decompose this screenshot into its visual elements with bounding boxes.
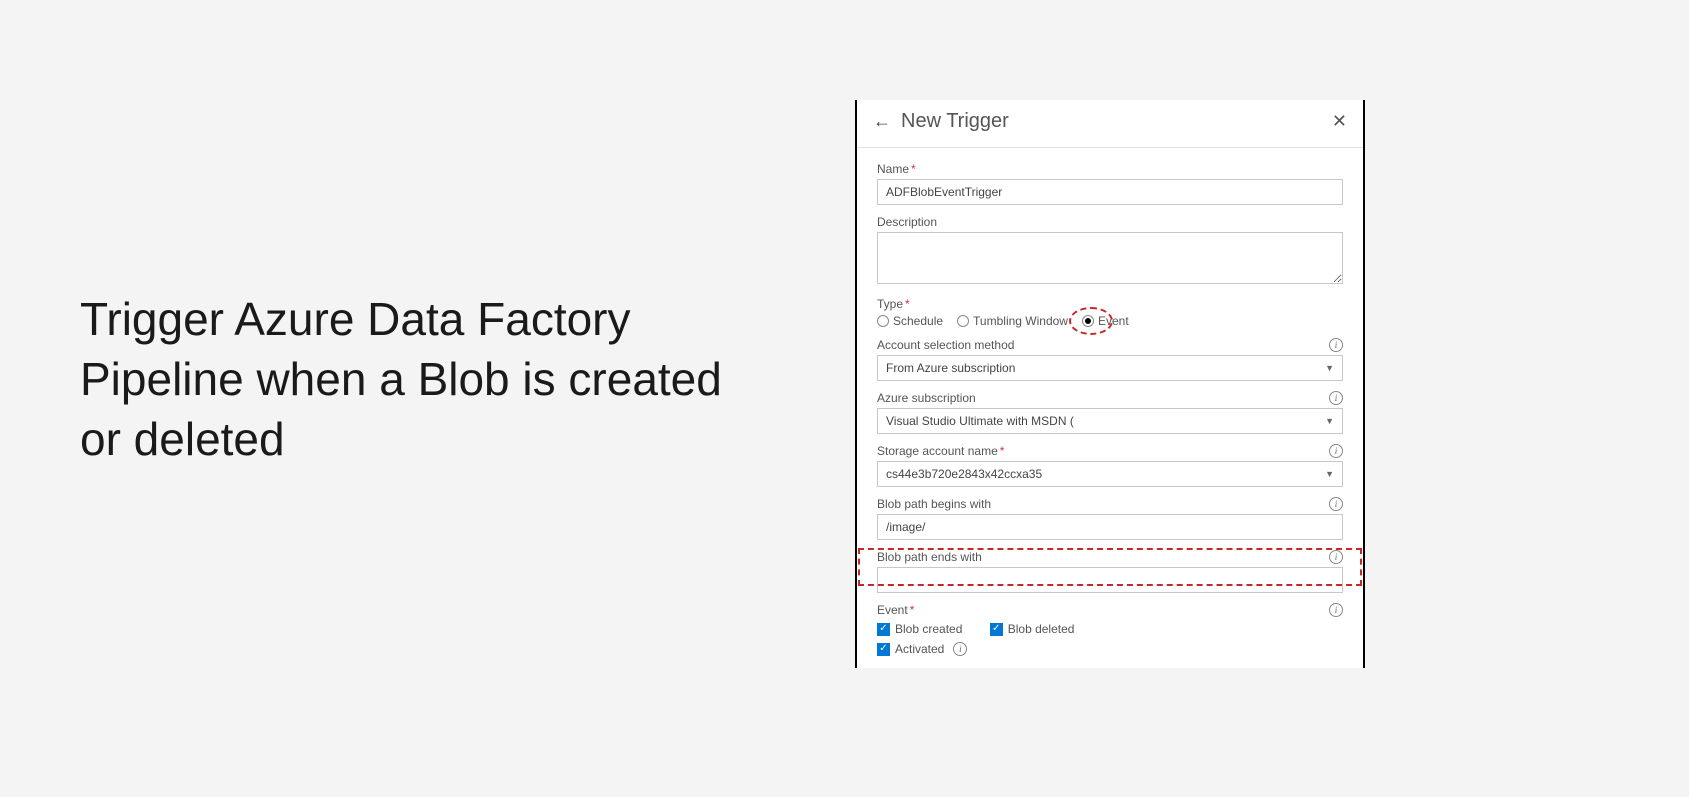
type-radio-group: Schedule Tumbling Window Event bbox=[877, 314, 1343, 328]
checkbox-blob-deleted[interactable]: ✓ Blob deleted bbox=[990, 622, 1075, 636]
blob-deleted-label: Blob deleted bbox=[1008, 622, 1075, 636]
account-method-select[interactable]: From Azure subscription ▼ bbox=[877, 355, 1343, 381]
subscription-field: Azure subscription i Visual Studio Ultim… bbox=[877, 391, 1343, 434]
radio-tumbling-label: Tumbling Window bbox=[973, 314, 1068, 328]
panel-title: New Trigger bbox=[901, 110, 1332, 133]
name-input[interactable] bbox=[877, 179, 1343, 205]
info-icon[interactable]: i bbox=[1329, 391, 1343, 405]
subscription-select[interactable]: Visual Studio Ultimate with MSDN ( ▼ bbox=[877, 408, 1343, 434]
chevron-down-icon: ▼ bbox=[1325, 363, 1334, 373]
back-arrow-icon[interactable]: ← bbox=[873, 111, 891, 132]
path-begins-input[interactable] bbox=[877, 514, 1343, 540]
subscription-label: Azure subscription bbox=[877, 391, 976, 405]
type-field: Type* Schedule Tumbling Window Event bbox=[877, 297, 1343, 328]
name-field: Name* bbox=[877, 162, 1343, 205]
info-icon[interactable]: i bbox=[953, 642, 967, 656]
event-label: Event* bbox=[877, 603, 914, 617]
checkbox-blob-created[interactable]: ✓ Blob created bbox=[877, 622, 962, 636]
radio-event-label: Event bbox=[1098, 314, 1129, 328]
path-ends-input[interactable] bbox=[877, 567, 1343, 593]
info-icon[interactable]: i bbox=[1329, 550, 1343, 564]
check-icon: ✓ bbox=[990, 623, 1003, 636]
info-icon[interactable]: i bbox=[1329, 444, 1343, 458]
info-icon[interactable]: i bbox=[1329, 603, 1343, 617]
subscription-value: Visual Studio Ultimate with MSDN ( bbox=[886, 414, 1074, 428]
event-checkboxes: ✓ Blob created ✓ Blob deleted bbox=[877, 620, 1343, 636]
radio-schedule-label: Schedule bbox=[893, 314, 943, 328]
radio-tumbling[interactable]: Tumbling Window bbox=[957, 314, 1068, 328]
description-label: Description bbox=[877, 215, 1343, 229]
storage-label: Storage account name* bbox=[877, 444, 1004, 458]
path-ends-field: Blob path ends with i bbox=[877, 550, 1343, 593]
storage-field: Storage account name* i cs44e3b720e2843x… bbox=[877, 444, 1343, 487]
account-method-field: Account selection method i From Azure su… bbox=[877, 338, 1343, 381]
info-icon[interactable]: i bbox=[1329, 338, 1343, 352]
blob-created-label: Blob created bbox=[895, 622, 962, 636]
path-ends-label: Blob path ends with bbox=[877, 550, 982, 564]
chevron-down-icon: ▼ bbox=[1325, 469, 1334, 479]
storage-select[interactable]: cs44e3b720e2843x42ccxa35 ▼ bbox=[877, 461, 1343, 487]
account-method-label: Account selection method bbox=[877, 338, 1014, 352]
account-method-value: From Azure subscription bbox=[886, 361, 1015, 375]
checkbox-activated[interactable]: ✓ Activated i bbox=[877, 642, 967, 656]
info-icon[interactable]: i bbox=[1329, 497, 1343, 511]
description-field: Description bbox=[877, 215, 1343, 287]
description-textarea[interactable] bbox=[877, 232, 1343, 284]
name-label: Name* bbox=[877, 162, 1343, 176]
activated-label: Activated bbox=[895, 642, 944, 656]
slide-title: Trigger Azure Data Factory Pipeline when… bbox=[80, 290, 740, 469]
check-icon: ✓ bbox=[877, 623, 890, 636]
panel-body: Name* Description Type* Schedule Tumblin… bbox=[857, 148, 1363, 668]
panel-header: ← New Trigger ✕ bbox=[857, 100, 1363, 148]
event-field: Event* i ✓ Blob created ✓ Blob deleted bbox=[877, 603, 1343, 636]
new-trigger-panel: ← New Trigger ✕ Name* Description Type* … bbox=[855, 100, 1365, 668]
close-icon[interactable]: ✕ bbox=[1332, 111, 1347, 132]
radio-event[interactable]: Event bbox=[1082, 314, 1129, 328]
activated-field: ✓ Activated i bbox=[877, 640, 1343, 656]
path-begins-label: Blob path begins with bbox=[877, 497, 991, 511]
storage-value: cs44e3b720e2843x42ccxa35 bbox=[886, 467, 1042, 481]
type-label: Type* bbox=[877, 297, 1343, 311]
chevron-down-icon: ▼ bbox=[1325, 416, 1334, 426]
radio-schedule[interactable]: Schedule bbox=[877, 314, 943, 328]
check-icon: ✓ bbox=[877, 643, 890, 656]
path-begins-field: Blob path begins with i bbox=[877, 497, 1343, 540]
